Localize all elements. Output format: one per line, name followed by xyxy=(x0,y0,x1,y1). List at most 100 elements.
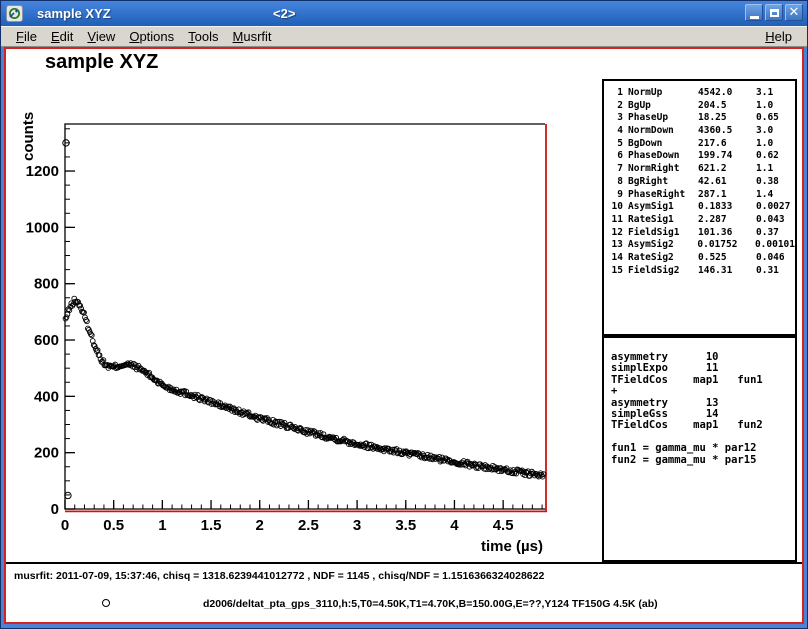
svg-text:0: 0 xyxy=(51,501,59,518)
param-name: RateSig1 xyxy=(628,214,698,227)
titlebar[interactable]: sample XYZ <2> ✕ xyxy=(1,1,807,26)
param-value: 146.31 xyxy=(698,265,756,278)
parameter-row: 14RateSig20.5250.046 xyxy=(610,252,795,265)
maximize-button[interactable] xyxy=(765,4,783,21)
parameter-row: 12FieldSig1101.360.37 xyxy=(610,227,795,240)
param-name: PhaseDown xyxy=(628,150,698,163)
param-value: 18.25 xyxy=(698,112,756,125)
param-name: AsymSig2 xyxy=(628,239,697,252)
svg-text:2.5: 2.5 xyxy=(298,517,319,534)
param-name: FieldSig2 xyxy=(628,265,698,278)
menu-item-view[interactable]: View xyxy=(80,27,122,46)
param-error: 0.65 xyxy=(756,112,779,125)
param-no: 1 xyxy=(610,87,623,100)
menu-item-musrfit[interactable]: Musrfit xyxy=(226,27,279,46)
parameter-row: 9 PhaseRight287.11.4 xyxy=(610,189,795,202)
param-name: AsymSig1 xyxy=(628,201,698,214)
parameter-row: 11RateSig12.2870.043 xyxy=(610,214,795,227)
param-error: 0.043 xyxy=(756,214,785,227)
x-axis-title: time (µs) xyxy=(481,538,543,555)
menu-item-tools[interactable]: Tools xyxy=(181,27,225,46)
legend-marker-icon xyxy=(102,599,110,607)
svg-text:1.5: 1.5 xyxy=(201,517,222,534)
svg-text:4: 4 xyxy=(450,517,459,534)
window-title: sample XYZ xyxy=(37,6,111,21)
theory-function-box[interactable]: asymmetry 10simplExpo 11TFieldCos map1 f… xyxy=(602,336,797,562)
param-value: 101.36 xyxy=(698,227,756,240)
app-icon xyxy=(6,5,23,22)
y-axis: 020040060080010001200 xyxy=(26,129,75,518)
param-no: 13 xyxy=(610,239,623,252)
parameter-row: 5BgDown217.61.0 xyxy=(610,138,795,151)
x-axis: 00.511.522.533.544.5 xyxy=(61,500,542,534)
parameter-row: 3PhaseUp18.250.65 xyxy=(610,112,795,125)
param-no: 12 xyxy=(610,227,623,240)
param-name: BgUp xyxy=(628,100,698,113)
param-no: 6 xyxy=(610,150,623,163)
svg-text:3: 3 xyxy=(353,517,361,534)
outlier-point xyxy=(65,492,71,498)
parameter-row: 15FieldSig2146.310.31 xyxy=(610,265,795,278)
theory-line: TFieldCos map1 fun1 xyxy=(611,375,795,386)
param-value: 0.1833 xyxy=(698,201,756,214)
menu-item-help[interactable]: Help xyxy=(758,27,799,46)
theory-line: fun2 = gamma_mu * par15 xyxy=(611,455,795,466)
close-button[interactable]: ✕ xyxy=(785,4,803,21)
param-error: 1.4 xyxy=(756,189,773,202)
menu-right-group: Help xyxy=(758,27,799,46)
plot-area[interactable]: 00.511.522.533.544.5time (µs)02004006008… xyxy=(6,49,606,569)
param-value: 42.61 xyxy=(698,176,756,189)
minimize-button[interactable] xyxy=(745,4,763,21)
param-no: 10 xyxy=(610,201,623,214)
root-canvas[interactable]: sample XYZ 00.511.522.533.544.5time (µs)… xyxy=(4,47,804,624)
theory-line: fun1 = gamma_mu * par12 xyxy=(611,443,795,454)
menu-item-file[interactable]: File xyxy=(9,27,44,46)
param-error: 0.00101 xyxy=(755,239,795,252)
param-value: 2.287 xyxy=(698,214,756,227)
parameter-row: 13 AsymSig20.017520.00101 xyxy=(610,239,795,252)
param-value: 0.01752 xyxy=(697,239,755,252)
param-name: FieldSig1 xyxy=(628,227,698,240)
param-no: 5 xyxy=(610,138,623,151)
param-no: 7 xyxy=(610,163,623,176)
param-error: 1.1 xyxy=(756,163,773,176)
svg-text:3.5: 3.5 xyxy=(395,517,416,534)
minimize-icon xyxy=(750,16,759,19)
svg-text:800: 800 xyxy=(34,276,59,293)
menu-item-options[interactable]: Options xyxy=(122,27,181,46)
parameter-row: 6PhaseDown199.740.62 xyxy=(610,150,795,163)
close-icon: ✕ xyxy=(789,6,800,19)
param-name: BgRight xyxy=(628,176,698,189)
param-error: 0.31 xyxy=(756,265,779,278)
svg-text:0.5: 0.5 xyxy=(103,517,124,534)
param-error: 0.38 xyxy=(756,176,779,189)
param-name: PhaseRight xyxy=(628,189,698,202)
menu-item-edit[interactable]: Edit xyxy=(44,27,80,46)
param-name: RateSig2 xyxy=(628,252,698,265)
svg-text:1000: 1000 xyxy=(26,219,59,236)
svg-text:0: 0 xyxy=(61,517,69,534)
param-error: 1.0 xyxy=(756,100,773,113)
param-no: 4 xyxy=(610,125,623,138)
root-logo-icon xyxy=(8,7,21,20)
param-name: NormUp xyxy=(628,87,698,100)
param-name: BgDown xyxy=(628,138,698,151)
param-error: 3.0 xyxy=(756,125,773,138)
param-error: 0.62 xyxy=(756,150,779,163)
param-name: PhaseUp xyxy=(628,112,698,125)
param-no: 2 xyxy=(610,100,623,113)
param-no: 9 xyxy=(610,189,623,202)
parameter-row: 1NormUp4542.03.1 xyxy=(610,87,795,100)
param-no: 8 xyxy=(610,176,623,189)
fit-info-text: musrfit: 2011-07-09, 15:37:46, chisq = 1… xyxy=(14,570,544,582)
y-axis-title: counts xyxy=(20,112,37,161)
param-name: NormRight xyxy=(628,163,698,176)
maximize-icon xyxy=(770,9,779,17)
parameter-row: 7NormRight621.21.1 xyxy=(610,163,795,176)
svg-text:2: 2 xyxy=(256,517,264,534)
param-error: 1.0 xyxy=(756,138,773,151)
fit-parameters-box[interactable]: 1NormUp4542.03.12BgUp204.51.03PhaseUp18.… xyxy=(602,79,797,336)
param-value: 287.1 xyxy=(698,189,756,202)
window-title-suffix: <2> xyxy=(273,6,295,21)
parameter-row: 4NormDown4360.53.0 xyxy=(610,125,795,138)
